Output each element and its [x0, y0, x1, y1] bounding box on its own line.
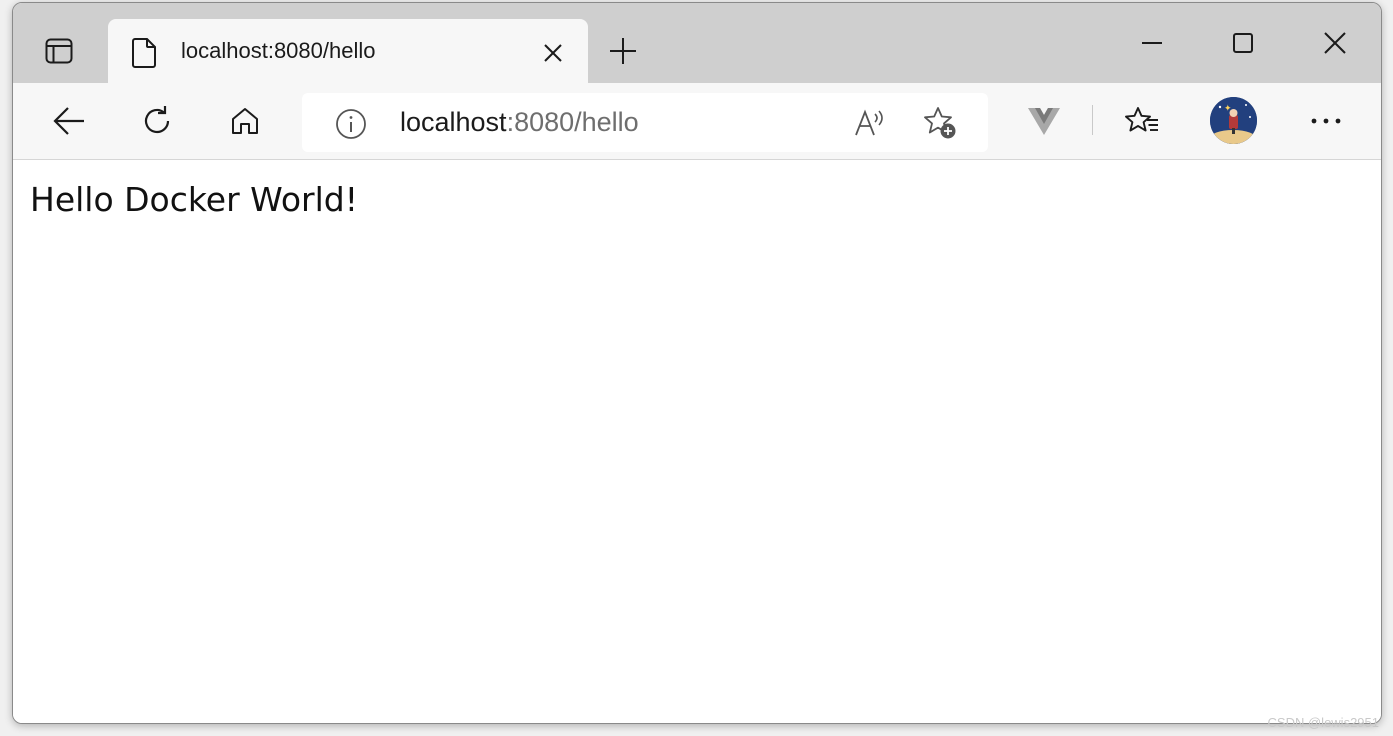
close-icon — [544, 44, 562, 62]
page-content: Hello Docker World! — [13, 160, 1381, 723]
toolbar-divider — [1092, 105, 1093, 135]
refresh-button[interactable] — [135, 101, 179, 141]
close-icon — [1324, 32, 1346, 54]
navigation-toolbar: localhost:8080/hello ✦ — [13, 83, 1381, 160]
title-bar: localhost:8080/hello — [13, 3, 1381, 85]
refresh-icon — [144, 106, 170, 134]
close-tab-button[interactable] — [536, 36, 570, 70]
extension-button[interactable] — [1022, 101, 1066, 141]
new-tab-button[interactable] — [605, 33, 641, 69]
tab-title: localhost:8080/hello — [181, 38, 376, 63]
tab-actions-icon — [45, 38, 73, 64]
info-icon — [336, 109, 366, 139]
maximize-icon — [1233, 33, 1253, 53]
read-aloud-icon — [855, 109, 883, 136]
url-path: :8080/hello — [506, 107, 639, 137]
browser-tab[interactable]: localhost:8080/hello — [108, 19, 588, 85]
site-info-button[interactable] — [334, 107, 368, 141]
plus-icon — [610, 38, 636, 64]
profile-avatar[interactable]: ✦ — [1210, 97, 1257, 144]
document-icon — [128, 35, 162, 69]
tab-actions-button[interactable] — [43, 35, 75, 67]
more-icon — [1311, 118, 1341, 124]
url-host: localhost — [400, 107, 507, 137]
more-button[interactable] — [1304, 101, 1348, 141]
minimize-button[interactable] — [1129, 23, 1175, 63]
back-button[interactable] — [47, 101, 91, 141]
page-text: Hello Docker World! — [30, 180, 358, 219]
home-icon — [232, 108, 258, 134]
watermark: CSDN @lewis2951 — [1267, 715, 1379, 730]
maximize-button[interactable] — [1220, 23, 1266, 63]
back-arrow-icon — [53, 107, 84, 135]
minimize-icon — [1142, 42, 1162, 44]
address-bar[interactable]: localhost:8080/hello — [302, 93, 988, 152]
add-favorite-button[interactable] — [920, 105, 960, 141]
favorites-button[interactable] — [1120, 101, 1164, 141]
close-window-button[interactable] — [1312, 23, 1358, 63]
read-aloud-button[interactable] — [850, 105, 890, 141]
vue-devtools-icon — [1028, 108, 1060, 135]
home-button[interactable] — [223, 101, 267, 141]
address-url[interactable]: localhost:8080/hello — [400, 107, 639, 138]
browser-window: localhost:8080/hello localhost:8080/hell… — [12, 2, 1382, 724]
add-favorite-icon — [924, 107, 956, 139]
favorites-icon — [1125, 107, 1158, 132]
